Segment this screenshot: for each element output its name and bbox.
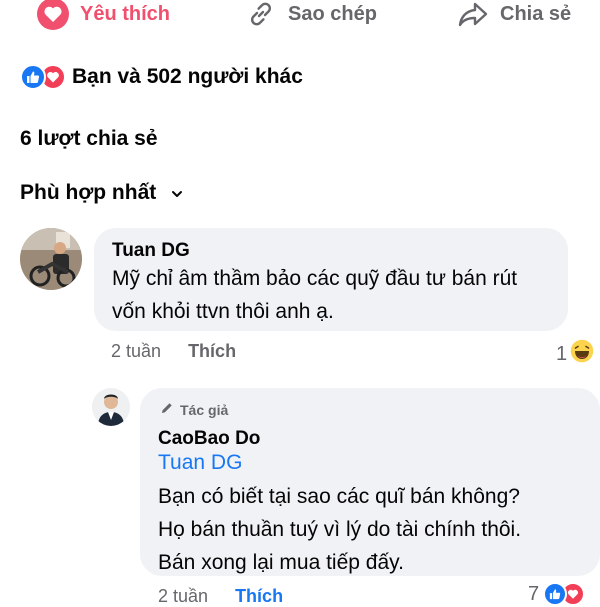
comment-meta: 2 tuần Thích: [158, 586, 283, 607]
pencil-icon: [160, 401, 174, 418]
comment-reaction-count[interactable]: 1: [556, 338, 595, 370]
love-button[interactable]: Yêu thích: [36, 0, 170, 32]
share-arrow-icon: [456, 0, 490, 31]
reaction-summary[interactable]: Bạn và 502 người khác: [20, 62, 303, 92]
reaction-count: 1: [556, 342, 568, 365]
comment-time[interactable]: 2 tuần: [158, 586, 208, 606]
comment-reaction-count[interactable]: 7: [528, 582, 586, 606]
comment-line: Bán xong lại mua tiếp đấy.: [158, 551, 404, 574]
reaction-summary-text: Bạn và 502 người khác: [72, 65, 303, 88]
author-badge-label: Tác giả: [180, 401, 229, 418]
heart-icon: [36, 0, 70, 31]
copy-label: Sao chép: [288, 2, 377, 25]
share-button[interactable]: Chia sẻ: [456, 0, 571, 32]
reaction-count: 7: [528, 582, 540, 605]
comment-line: vốn khỏi ttvn thôi anh ạ.: [112, 300, 334, 323]
comment-author[interactable]: Tuan DG: [112, 240, 190, 262]
sort-label: Phù hợp nhất: [20, 181, 157, 204]
comment-text: Bạn có biết tại sao các quĩ bán không? H…: [158, 480, 521, 579]
comment-time[interactable]: 2 tuần: [111, 341, 161, 361]
link-icon: [244, 0, 278, 31]
share-count[interactable]: 6 lượt chia sẻ: [20, 127, 158, 151]
comment-meta: 2 tuần Thích: [111, 341, 236, 362]
mention-link[interactable]: Tuan DG: [158, 451, 242, 475]
share-label: Chia sẻ: [500, 2, 572, 25]
author-badge: Tác giả: [160, 401, 228, 418]
comment-sort-dropdown[interactable]: Phù hợp nhất: [20, 181, 184, 205]
comment-line: Bạn có biết tại sao các quĩ bán không?: [158, 485, 520, 508]
comment-bubble[interactable]: Tuan DG Mỹ chỉ âm thầm bảo các quỹ đầu t…: [94, 228, 568, 331]
avatar[interactable]: [20, 228, 82, 290]
comment-bubble[interactable]: Tác giả CaoBao Do Tuan DG Bạn có biết tạ…: [140, 388, 600, 576]
comment-line: Mỹ chỉ âm thầm bảo các quỹ đầu tư bán rú…: [112, 267, 518, 290]
avatar[interactable]: [92, 388, 130, 426]
chevron-down-icon: [170, 181, 184, 205]
comment-like-button[interactable]: Thích: [235, 586, 283, 606]
like-reaction-icon: [20, 64, 46, 90]
haha-reaction-icon: [569, 338, 595, 370]
comment-line: Họ bán thuần tuý vì lý do tài chính thôi…: [158, 518, 522, 541]
like-reaction-icon: [543, 582, 568, 606]
comment-like-button[interactable]: Thích: [188, 341, 236, 361]
love-label: Yêu thích: [80, 2, 171, 25]
comment-author[interactable]: CaoBao Do: [158, 428, 260, 450]
copy-link-button[interactable]: Sao chép: [244, 0, 377, 32]
comment-text: Mỹ chỉ âm thầm bảo các quỹ đầu tư bán rú…: [112, 262, 517, 328]
